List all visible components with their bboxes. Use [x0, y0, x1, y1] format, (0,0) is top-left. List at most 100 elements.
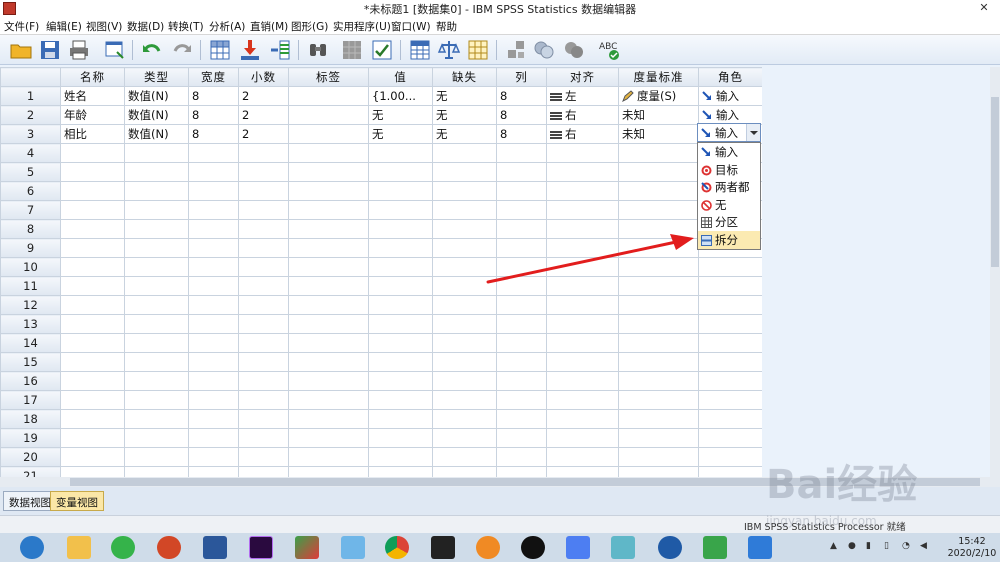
menu-data[interactable]: 数据(D) — [127, 19, 164, 34]
empty-cell[interactable] — [238, 143, 289, 163]
empty-cell[interactable] — [432, 143, 497, 163]
empty-cell[interactable] — [124, 409, 189, 429]
cell-role[interactable]: 输入 — [698, 105, 763, 125]
empty-cell[interactable] — [238, 162, 289, 182]
empty-cell[interactable] — [288, 466, 369, 477]
column-header-columns[interactable]: 列 — [496, 67, 547, 87]
notebook-icon[interactable] — [611, 536, 635, 559]
cell-type[interactable]: 数值(N) — [124, 86, 189, 106]
empty-cell[interactable] — [618, 181, 699, 201]
empty-cell[interactable] — [368, 352, 433, 372]
role-combo-box[interactable]: 输入 — [697, 123, 761, 142]
empty-cell[interactable] — [124, 371, 189, 391]
empty-cell[interactable] — [288, 428, 369, 448]
empty-cell[interactable] — [618, 447, 699, 467]
image-app-icon[interactable] — [703, 536, 727, 559]
empty-cell[interactable] — [238, 333, 289, 353]
column-header-name[interactable]: 名称 — [60, 67, 125, 87]
empty-cell[interactable] — [288, 447, 369, 467]
menu-direct-marketing[interactable]: 直销(M) — [250, 19, 288, 34]
empty-cell[interactable] — [60, 276, 125, 296]
cell-role[interactable]: 输入 — [698, 86, 763, 106]
row-number[interactable]: 5 — [0, 162, 61, 182]
empty-cell[interactable] — [546, 409, 619, 429]
tray-qq-icon[interactable]: ● — [848, 541, 856, 551]
empty-cell[interactable] — [188, 200, 239, 220]
empty-cell[interactable] — [368, 333, 433, 353]
role-option-both[interactable]: 两者都 — [698, 178, 760, 196]
empty-cell[interactable] — [432, 371, 497, 391]
column-header-label[interactable]: 标签 — [288, 67, 369, 87]
empty-cell[interactable] — [368, 447, 433, 467]
empty-cell[interactable] — [60, 200, 125, 220]
row-number[interactable]: 1 — [0, 86, 61, 106]
tray-battery-icon[interactable]: ▯ — [884, 541, 889, 551]
empty-cell[interactable] — [496, 409, 547, 429]
sigma-app-icon[interactable] — [658, 536, 682, 559]
role-option-partition[interactable]: 分区 — [698, 213, 760, 231]
empty-cell[interactable] — [238, 257, 289, 277]
empty-cell[interactable] — [288, 409, 369, 429]
cell-measure[interactable]: 未知 — [618, 124, 699, 144]
vertical-scroll-thumb[interactable] — [991, 97, 999, 267]
empty-cell[interactable] — [546, 447, 619, 467]
tray-volume-icon[interactable]: ◀ — [920, 541, 927, 551]
row-number[interactable]: 16 — [0, 371, 61, 391]
empty-cell[interactable] — [432, 428, 497, 448]
word-icon[interactable] — [203, 536, 227, 559]
cell-missing[interactable]: 无 — [432, 105, 497, 125]
empty-cell[interactable] — [288, 219, 369, 239]
empty-cell[interactable] — [188, 295, 239, 315]
empty-cell[interactable] — [698, 371, 763, 391]
empty-cell[interactable] — [496, 390, 547, 410]
empty-cell[interactable] — [188, 466, 239, 477]
cell-columns[interactable]: 8 — [496, 86, 547, 106]
cell-values[interactable]: 无 — [368, 105, 433, 125]
column-header-measure[interactable]: 度量标准 — [618, 67, 699, 87]
row-number[interactable]: 11 — [0, 276, 61, 296]
empty-cell[interactable] — [60, 390, 125, 410]
cell-columns[interactable]: 8 — [496, 105, 547, 125]
empty-cell[interactable] — [188, 143, 239, 163]
empty-cell[interactable] — [546, 200, 619, 220]
empty-cell[interactable] — [188, 276, 239, 296]
cell-missing[interactable]: 无 — [432, 124, 497, 144]
row-number[interactable]: 14 — [0, 333, 61, 353]
file-explorer-icon[interactable] — [67, 536, 91, 559]
empty-cell[interactable] — [288, 390, 369, 410]
feishu-icon[interactable] — [566, 536, 590, 559]
menu-window[interactable]: 窗口(W) — [391, 19, 431, 34]
column-header-width[interactable]: 宽度 — [188, 67, 239, 87]
empty-cell[interactable] — [188, 352, 239, 372]
cell-values[interactable]: {1.00... — [368, 86, 433, 106]
empty-cell[interactable] — [618, 162, 699, 182]
cell-missing[interactable]: 无 — [432, 86, 497, 106]
cell-type[interactable]: 数值(N) — [124, 105, 189, 125]
role-option-none[interactable]: 无 — [698, 196, 760, 214]
empty-cell[interactable] — [288, 333, 369, 353]
open-folder-icon[interactable] — [9, 38, 33, 62]
print-icon[interactable] — [67, 38, 91, 62]
insert-cases-icon[interactable] — [340, 38, 364, 62]
empty-cell[interactable] — [124, 466, 189, 477]
empty-cell[interactable] — [288, 181, 369, 201]
insert-variable-icon[interactable] — [370, 38, 394, 62]
row-number[interactable]: 20 — [0, 447, 61, 467]
empty-cell[interactable] — [618, 371, 699, 391]
browser-icon[interactable] — [20, 536, 44, 559]
empty-cell[interactable] — [60, 162, 125, 182]
empty-cell[interactable] — [288, 238, 369, 258]
cell-decimals[interactable]: 2 — [238, 124, 289, 144]
empty-cell[interactable] — [368, 219, 433, 239]
empty-cell[interactable] — [618, 314, 699, 334]
tab-data-view[interactable]: 数据视图 — [3, 491, 57, 511]
empty-cell[interactable] — [238, 371, 289, 391]
empty-cell[interactable] — [698, 409, 763, 429]
empty-cell[interactable] — [546, 333, 619, 353]
empty-cell[interactable] — [238, 390, 289, 410]
empty-cell[interactable] — [288, 257, 369, 277]
powerpoint-icon[interactable] — [157, 536, 181, 559]
empty-cell[interactable] — [60, 143, 125, 163]
empty-cell[interactable] — [238, 295, 289, 315]
empty-cell[interactable] — [188, 371, 239, 391]
